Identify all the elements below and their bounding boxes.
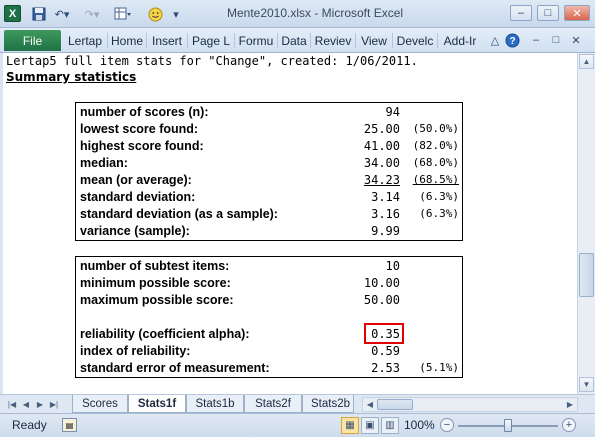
macro-record-icon[interactable]: ▤ — [62, 418, 77, 432]
header-line: Lertap5 full item stats for "Change", cr… — [6, 54, 418, 68]
redo-icon[interactable]: ↷▾ — [82, 6, 102, 22]
sheet-tab-stats2b[interactable]: Stats2b — [302, 395, 354, 413]
tab-page-layout[interactable]: Page L — [188, 30, 234, 51]
sheet-tab-stats1b[interactable]: Stats1b — [186, 395, 244, 413]
sheet-tab-bar: |◀ ◀ ▶ ▶| Scores Stats1f Stats1b Stats2f… — [0, 394, 595, 413]
stat-value: 10 — [385, 259, 400, 273]
summary-box-2: number of subtest items: 10 minimum poss… — [75, 256, 463, 378]
zoom-level[interactable]: 100% — [404, 418, 435, 432]
scroll-right-icon[interactable]: ▶ — [564, 399, 576, 410]
stat-label: standard deviation: — [80, 190, 196, 204]
stat-value: 2.53 — [371, 361, 400, 375]
tab-home[interactable]: Home — [108, 30, 146, 51]
tab-lertap[interactable]: Lertap — [63, 30, 107, 51]
table-icon[interactable] — [112, 6, 134, 22]
stat-percent: (68.5%) — [412, 173, 459, 186]
close-button[interactable]: ✕ — [564, 5, 590, 21]
stat-percent: (6.3%) — [419, 190, 459, 203]
title-bar: X ↶▾ ↷▾ ▾ Mente2010.xlsx - Microsoft Exc… — [0, 0, 595, 28]
ribbon-tab-bar: File Lertap Home Insert Page L Formu Dat… — [0, 28, 595, 53]
zoom-out-icon[interactable]: − — [440, 418, 454, 432]
stat-label: number of subtest items: — [80, 259, 230, 273]
scroll-up-icon[interactable]: ▲ — [579, 54, 594, 69]
scroll-left-icon[interactable]: ◀ — [364, 399, 376, 410]
first-sheet-icon[interactable]: |◀ — [6, 398, 18, 411]
workbook-close-button[interactable]: ✕ — [568, 32, 584, 48]
stat-percent: (6.3%) — [419, 207, 459, 220]
stat-value: 10.00 — [363, 276, 400, 290]
tab-view[interactable]: View — [356, 30, 392, 51]
zoom-slider-thumb[interactable] — [504, 419, 512, 432]
stat-label: median: — [80, 156, 128, 170]
tab-add-ins[interactable]: Add-Ir — [438, 30, 482, 51]
stat-label: mean (or average): — [80, 173, 192, 187]
help-icon[interactable]: ? — [504, 32, 520, 48]
excel-app-icon[interactable]: X — [4, 5, 21, 22]
stat-value: 34.23 — [363, 173, 400, 187]
svg-text:?: ? — [509, 36, 515, 47]
restore-button[interactable]: □ — [537, 5, 559, 21]
stat-value: 34.00 — [363, 156, 400, 170]
stat-label: maximum possible score: — [80, 293, 234, 307]
next-sheet-icon[interactable]: ▶ — [34, 398, 46, 411]
stat-value: 94 — [385, 105, 400, 119]
tab-data[interactable]: Data — [278, 30, 310, 51]
stat-label: index of reliability: — [80, 344, 191, 358]
horizontal-scroll-thumb[interactable] — [377, 399, 413, 410]
sheet-tab-scores[interactable]: Scores — [72, 395, 128, 413]
stat-percent: (68.0%) — [412, 156, 459, 169]
stat-label: lowest score found: — [80, 122, 199, 136]
summary-box-1: number of scores (n): 94 lowest score fo… — [75, 102, 463, 241]
tab-developer[interactable]: Develc — [393, 30, 437, 51]
stat-label: number of scores (n): — [80, 105, 209, 119]
stat-label: minimum possible score: — [80, 276, 231, 290]
stat-label: highest score found: — [80, 139, 204, 153]
page-layout-view-icon[interactable]: ▣ — [361, 417, 379, 434]
stat-percent: (50.0%) — [412, 122, 459, 135]
window-title: Mente2010.xlsx - Microsoft Excel — [226, 6, 404, 20]
zoom-in-icon[interactable]: + — [562, 418, 576, 432]
tab-insert[interactable]: Insert — [147, 30, 187, 51]
last-sheet-icon[interactable]: ▶| — [48, 398, 60, 411]
workbook-restore-button[interactable]: □ — [548, 32, 564, 48]
scroll-down-icon[interactable]: ▼ — [579, 377, 594, 392]
normal-view-icon[interactable]: ▦ — [341, 417, 359, 434]
stat-value: 9.99 — [371, 224, 400, 238]
status-bar: Ready ▤ ▦ ▣ ▥ 100% − + — [0, 413, 595, 437]
stat-value: 0.59 — [371, 344, 400, 358]
sheet-tab-stats2f[interactable]: Stats2f — [244, 395, 302, 413]
stat-value: 41.00 — [363, 139, 400, 153]
sheet-tab-stats1f[interactable]: Stats1f — [128, 395, 186, 413]
status-ready: Ready — [12, 418, 47, 432]
stat-value: 3.14 — [371, 190, 400, 204]
reliability-highlight-box — [364, 323, 404, 344]
stat-percent: (82.0%) — [412, 139, 459, 152]
tab-formulas[interactable]: Formu — [235, 30, 277, 51]
chevron-down-icon[interactable]: ▾ — [170, 6, 182, 22]
vertical-scrollbar[interactable]: ▲ ▼ — [577, 53, 595, 394]
stat-value: 3.16 — [371, 207, 400, 221]
stat-value: 50.00 — [363, 293, 400, 307]
stat-label: variance (sample): — [80, 224, 190, 238]
page-break-view-icon[interactable]: ▥ — [381, 417, 399, 434]
vertical-scroll-thumb[interactable] — [579, 253, 594, 297]
tab-file[interactable]: File — [4, 30, 61, 51]
minimize-button[interactable]: – — [510, 5, 532, 21]
sheet-left-edge — [0, 53, 3, 394]
undo-icon[interactable]: ↶▾ — [52, 6, 72, 22]
minimize-ribbon-icon[interactable]: △ — [487, 32, 503, 48]
workbook-minimize-button[interactable]: – — [528, 32, 544, 48]
stat-percent: (5.1%) — [419, 361, 459, 374]
stat-value: 25.00 — [363, 122, 400, 136]
smiley-icon[interactable] — [146, 6, 164, 22]
stat-label: reliability (coefficient alpha): — [80, 327, 250, 341]
stat-label: standard deviation (as a sample): — [80, 207, 278, 221]
prev-sheet-icon[interactable]: ◀ — [20, 398, 32, 411]
save-icon[interactable] — [30, 6, 48, 22]
stat-label: standard error of measurement: — [80, 361, 270, 375]
worksheet-area[interactable]: Lertap5 full item stats for "Change", cr… — [0, 53, 577, 394]
tab-review[interactable]: Reviev — [311, 30, 355, 51]
summary-heading: Summary statistics — [6, 70, 137, 84]
horizontal-scrollbar[interactable]: ◀ ▶ — [362, 397, 578, 412]
